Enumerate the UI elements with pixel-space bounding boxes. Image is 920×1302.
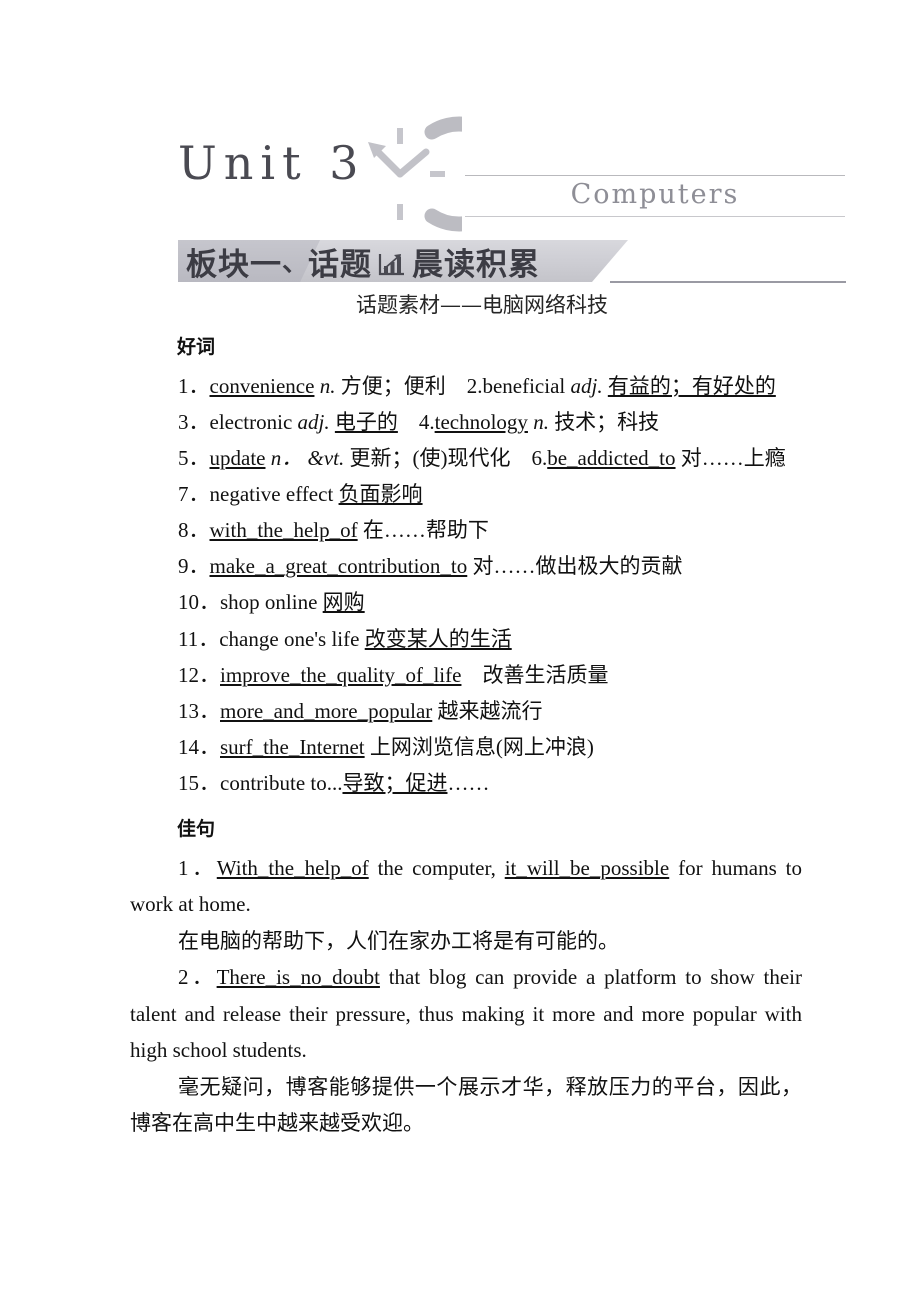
word-item-fragment: 上网浏览信息(网上冲浪) [364,734,594,759]
word-item-fragment: update [209,446,266,471]
banner-label-before-icon: 话题 [308,246,372,283]
sentence-item-fragment: There_is_no_doubt [216,965,380,990]
content-subtitle: 话题素材——电脑网络科技 [356,293,608,317]
word-item-fragment: adj. [570,373,603,398]
word-item: 14．surf_the_Internet 上网浏览信息(网上冲浪) [0,729,920,765]
clock-icon [338,112,462,236]
word-item-fragment: 方便；便利 [335,373,467,398]
word-item-number: 11． [178,626,220,651]
word-item-fragment: 对……上瘾 [675,446,786,471]
word-item-fragment: n. [319,373,336,398]
page-header: Unit 3 Computers [0,0,920,232]
word-item-number: 7． [178,482,210,507]
word-item: 11．change one's life 改变某人的生活 [0,621,920,657]
word-item-fragment: 电子的 [334,409,398,434]
words-section-heading: 好词 [177,336,216,359]
sentence-translation: 在电脑的帮助下，人们在家办工将是有可能的。 [178,928,619,953]
page-content: 话题素材——电脑网络科技 好词 1．convenience n. 方便；便利 2… [0,292,920,1142]
word-item-number: 9． [178,554,210,579]
word-item-fragment: 改善生活质量 [461,662,609,687]
topic-name-block: Computers [465,175,845,217]
word-item-fragment: 改变某人的生活 [364,626,512,651]
sentence-item-number: 2． [178,965,217,990]
banner-chip-label: 板块一 [186,246,282,283]
sentence-item: 2．There_is_no_doubt that blog can provid… [0,959,920,1069]
word-item-fragment: 4. [397,409,435,434]
word-item-fragment: 2.beneficial [466,373,571,398]
banner-separator: 、 [282,247,310,278]
word-item-fragment: negative effect [209,482,339,507]
sentence-item: 1．With_the_help_of the computer, it_will… [0,850,920,923]
word-item-fragment: 在……帮助下 [357,518,489,543]
word-item-number: 14． [178,734,220,759]
word-item-number: 8． [178,518,210,543]
word-item-fragment: improve_the_quality_of_life [220,662,462,687]
word-item: 9．make_a_great_contribution_to 对……做出极大的贡… [0,548,920,584]
word-item-fragment: convenience [209,373,315,398]
word-item: 7．negative effect 负面影响 [0,476,920,512]
word-item-number: 15． [178,771,220,795]
word-item-fragment: n． [270,446,303,471]
banner-underline-rule [610,281,846,283]
word-item-fragment: change one's life [219,626,365,651]
banner-label-group: 板块一 、 话题 晨读积累 [186,238,540,284]
word-item: 13．more_and_more_popular 越来越流行 [0,693,920,729]
word-item-fragment: more_and_more_popular [220,698,433,723]
sentence-translation: 毫无疑问，博客能够提供一个展示才华，释放压力的平台，因此，博客在高中生中越来越受… [130,1074,802,1136]
word-item-fragment: adj. [297,409,330,434]
word-item: 15．contribute to...导致；促进…… [0,765,920,801]
sentence-item-fragment: the computer, [368,855,505,880]
word-item-fragment: surf_the_Internet [220,734,365,759]
topic-rule-bottom [465,215,845,217]
word-item-fragment: contribute to... [220,771,343,795]
word-item-fragment: shop online [220,590,323,615]
word-item: 1．convenience n. 方便；便利 2.beneficial adj.… [0,368,920,404]
word-item: 10．shop online 网购 [0,584,920,620]
word-item-fragment: 对……做出极大的贡献 [467,554,683,579]
word-item-fragment: technology [434,409,528,434]
word-item-fragment: 6. [531,446,548,471]
word-item-fragment: 负面影响 [338,482,423,507]
word-item-number: 3． [178,409,210,434]
word-item-number: 12． [178,662,220,687]
word-item-number: 1． [178,373,210,398]
word-item-number: 5． [178,446,210,471]
word-item-fragment: 越来越流行 [432,698,543,723]
sentences-section-heading: 佳句 [177,818,216,841]
word-item-fragment: electronic [209,409,298,434]
word-item-fragment: 有益的；有好处的 [607,373,776,398]
topic-name: Computers [570,179,740,210]
word-item-fragment: 更新；(使)现代化 [344,446,532,471]
word-item: 5．update n． &vt. 更新；(使)现代化 6.be_addicted… [0,440,920,476]
word-item: 8．with_the_help_of 在……帮助下 [0,512,920,548]
banner-label-after-icon: 晨读积累 [412,246,540,283]
word-item: 3．electronic adj. 电子的 4.technology n. 技术… [0,404,920,440]
word-item-fragment: …… [447,771,490,795]
word-item-number: 10． [178,590,220,615]
word-item-fragment: n. [533,409,549,434]
word-item-fragment: 网购 [322,590,365,615]
word-item-fragment: with_the_help_of [209,518,358,543]
textbook-page: Unit 3 Computers 板块一 、 话题 晨读积累 话题素材——电脑网… [0,0,920,1302]
word-item-fragment: make_a_great_contribution_to [209,554,468,579]
word-item-fragment: 技术；科技 [548,409,660,434]
sentence-item-number: 1． [178,855,217,880]
word-item-fragment: &vt. [307,446,345,471]
sentences-list: 1．With_the_help_of the computer, it_will… [0,850,920,1142]
words-list: 1．convenience n. 方便；便利 2.beneficial adj.… [0,368,920,801]
sentence-item-fragment: it_will_be_possible [504,855,670,880]
word-item-fragment: be_addicted_to [547,446,676,471]
word-item-number: 13． [178,698,220,723]
sentence-item-fragment: With_the_help_of [216,855,369,880]
word-item: 12．improve_the_quality_of_life 改善生活质量 [0,657,920,693]
word-item-fragment: 导致；促进 [342,771,448,795]
bar-chart-icon [377,250,407,276]
